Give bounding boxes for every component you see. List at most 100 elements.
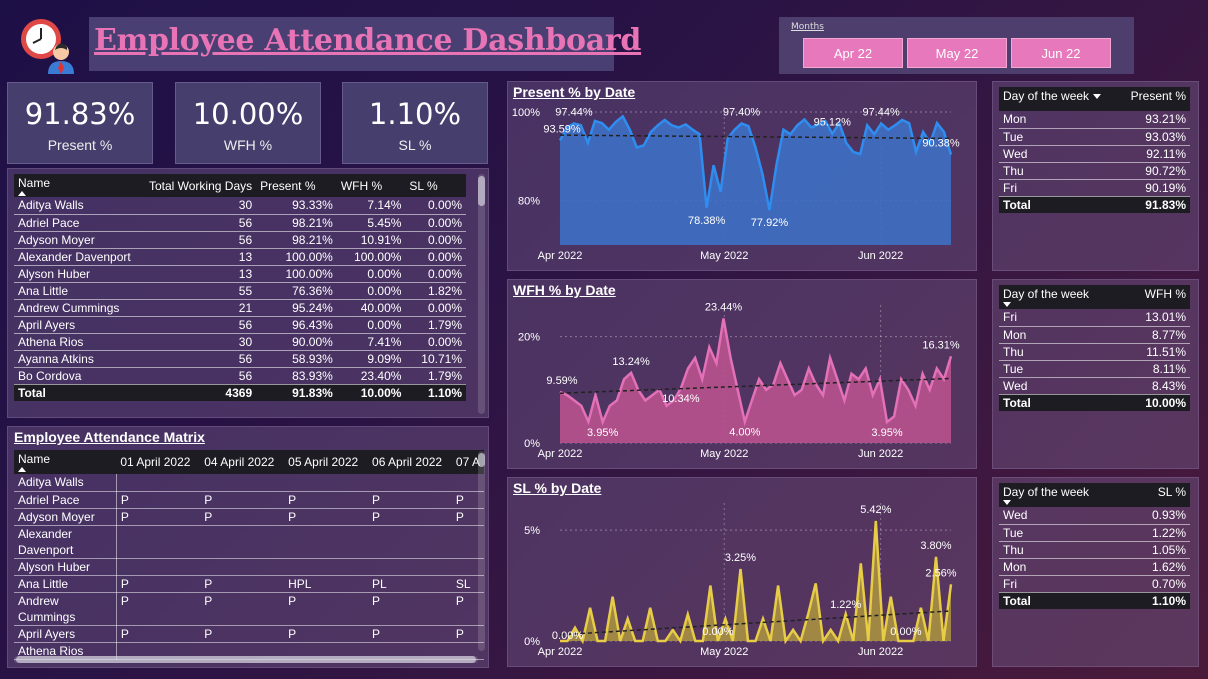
dow-col-header-value[interactable]: Present % [1118,87,1190,111]
dow-cell-day: Thu [999,541,1131,559]
cell-value: 9.09% [336,350,406,368]
dow-row[interactable]: Thu 1.05% [999,541,1190,559]
matrix-scroll-thumb-h[interactable] [16,656,476,663]
matrix-col-date-3[interactable]: 05 April 2022 [284,450,369,474]
kpi-sl-label: SL % [398,137,432,153]
dow-total-cell: Total [999,394,1125,411]
cell-value: 0.00% [405,333,466,351]
dow-row[interactable]: Wed 0.93% [999,507,1190,525]
matrix-row[interactable]: Alexander Davenport [14,525,484,559]
table-row[interactable]: April Ayers 56 96.43% 0.00% 1.79% [14,316,466,334]
cell-value: 30 [135,197,257,215]
month-button-jun[interactable]: Jun 22 [1011,38,1111,68]
table-row[interactable]: Athena Rios 30 90.00% 7.41% 0.00% [14,333,466,351]
cell-name: Alyson Huber [14,265,136,283]
dow-col-header-day[interactable]: Day of the week [999,285,1125,309]
matrix-row[interactable]: Alyson Huber [14,558,484,576]
dow-row[interactable]: Fri 13.01% [999,309,1190,327]
employee-table: Name Total Working Days Present % WFH % … [14,174,466,401]
matrix-cell-status: PL [368,575,452,593]
matrix-cell-status: P [200,575,285,593]
table-row[interactable]: Ana Little 55 76.36% 0.00% 1.82% [14,282,466,300]
month-button-apr[interactable]: Apr 22 [803,38,903,68]
matrix-cell-status [116,474,201,492]
cell-value: 0.00% [405,231,466,249]
dow-col-header-day[interactable]: Day of the week [999,483,1131,507]
kpi-wfh-label: WFH % [223,137,273,153]
data-label: 3.80% [920,540,951,552]
table-row[interactable]: Adriel Pace 56 98.21% 5.45% 0.00% [14,214,466,232]
sort-icon [1093,94,1102,100]
matrix-col-name[interactable]: Name [14,450,117,474]
matrix-col-date-2[interactable]: 04 April 2022 [200,450,285,474]
col-header-name[interactable]: Name [14,174,136,197]
dow-row[interactable]: Fri 0.70% [999,575,1190,593]
attendance-matrix-panel: Employee Attendance Matrix Name 01 April… [7,426,489,668]
table-row[interactable]: Alexander Davenport 13 100.00% 100.00% 0.00% [14,248,466,266]
dow-row[interactable]: Mon 1.62% [999,558,1190,576]
matrix-scrollbar-h[interactable] [14,656,478,663]
matrix-cell-status: P [368,508,452,526]
cell-value: 83.93% [256,367,337,385]
matrix-row[interactable]: Adriel Pace P P P P P [14,491,484,509]
cell-value: 100.00% [256,248,337,266]
table-row[interactable]: Bo Cordova 56 83.93% 23.40% 1.79% [14,367,466,385]
dow-row[interactable]: Tue 8.11% [999,360,1190,378]
dow-total-cell: Total [999,592,1131,609]
cell-value: 0.00% [405,248,466,266]
cell-value: 95.24% [256,299,337,317]
matrix-row[interactable]: Andrew Cummings P P P P P [14,592,484,626]
cell-name: Adriel Pace [14,214,136,232]
table-scroll-thumb[interactable] [478,176,485,206]
dow-row[interactable]: Thu 11.51% [999,343,1190,361]
dashboard-title-box: Employee Attendance Dashboard [89,17,641,71]
dow-row[interactable]: Mon 8.77% [999,326,1190,344]
x-tick-label: Apr 2022 [538,250,583,262]
dow-row[interactable]: Tue 93.03% [999,128,1190,146]
matrix-col-date-1[interactable]: 01 April 2022 [116,450,201,474]
matrix-scroll-thumb-v[interactable] [478,453,485,467]
matrix-cell-status [368,525,452,559]
dow-col-header-value[interactable]: SL % [1131,483,1190,507]
dow-row[interactable]: Mon 93.21% [999,111,1190,129]
table-row[interactable]: Alyson Huber 13 100.00% 0.00% 0.00% [14,265,466,283]
kpi-present-value: 91.83% [24,97,136,131]
matrix-row[interactable]: April Ayers P P P P P [14,625,484,643]
table-row[interactable]: Adyson Moyer 56 98.21% 10.91% 0.00% [14,231,466,249]
dow-cell-day: Fri [999,575,1131,593]
col-header-wfh[interactable]: WFH % [336,174,406,197]
dow-cell-day: Tue [999,524,1131,542]
data-label: 13.24% [612,356,650,368]
wfh-dow-table: Day of the week WFH % Fri 13.01% Mon 8.77% Thu… [999,285,1190,411]
x-tick-label: Apr 2022 [538,448,583,460]
data-label: 16.31% [922,339,960,351]
dow-row[interactable]: Tue 1.22% [999,524,1190,542]
dow-cell-day: Wed [999,145,1119,163]
matrix-col-date-4[interactable]: 06 April 2022 [368,450,452,474]
matrix-scrollbar-v[interactable] [478,451,485,651]
table-total-row: Total 4369 91.83% 10.00% 1.10% [14,384,466,401]
table-row[interactable]: Aditya Walls 30 93.33% 7.14% 0.00% [14,197,466,215]
dow-total-row: Total 1.10% [999,592,1190,609]
dow-col-header-day[interactable]: Day of the week [999,87,1119,111]
total-cell: 4369 [135,384,257,401]
month-button-may[interactable]: May 22 [907,38,1007,68]
dow-row[interactable]: Wed 92.11% [999,145,1190,163]
table-scrollbar[interactable] [478,174,485,414]
matrix-row[interactable]: Adyson Moyer P P P P P [14,508,484,526]
dow-row[interactable]: Thu 90.72% [999,162,1190,180]
y-tick-label: 20% [518,332,540,344]
matrix-row[interactable]: Aditya Walls [14,474,484,492]
sort-asc-icon [18,467,26,472]
col-header-present[interactable]: Present % [256,174,337,197]
col-header-sl[interactable]: SL % [405,174,466,197]
matrix-row[interactable]: Ana Little P P HPL PL SL [14,575,484,593]
col-header-total-working-days[interactable]: Total Working Days [135,174,257,197]
dow-row[interactable]: Fri 90.19% [999,179,1190,197]
dow-col-header-value[interactable]: WFH % [1124,285,1190,309]
table-row[interactable]: Andrew Cummings 21 95.24% 40.00% 0.00% [14,299,466,317]
dow-row[interactable]: Wed 8.43% [999,377,1190,395]
table-row[interactable]: Ayanna Atkins 56 58.93% 9.09% 10.71% [14,350,466,368]
dow-total-cell: 10.00% [1124,394,1190,411]
logo-clock-person-icon [18,16,78,76]
